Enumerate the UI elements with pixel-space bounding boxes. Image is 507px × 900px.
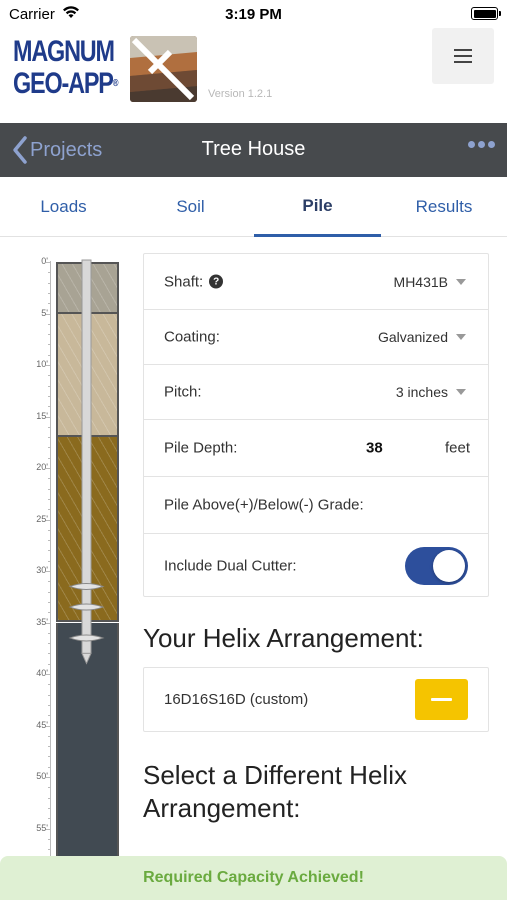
pile-shaft: [81, 259, 92, 654]
menu-button[interactable]: [432, 28, 494, 84]
depth-scale-label: 55': [36, 822, 48, 833]
coating-select[interactable]: Galvanized: [378, 329, 466, 345]
shaft-select[interactable]: MH431B: [394, 274, 466, 290]
helix-plate: [68, 582, 105, 590]
shaft-row[interactable]: Shaft:? MH431B: [144, 254, 488, 310]
ellipsis-icon: [468, 141, 475, 148]
more-options-button[interactable]: [468, 141, 495, 148]
tab-bar: Loads Soil Pile Results: [0, 177, 507, 237]
depth-tick: [46, 777, 50, 778]
pile-depth-row: Pile Depth: 38 feet: [144, 420, 488, 477]
tab-loads[interactable]: Loads: [0, 177, 127, 237]
grade-label: Pile Above(+)/Below(-) Grade:: [164, 496, 364, 514]
pile-depth-input[interactable]: 38: [366, 440, 383, 457]
caret-down-icon: [456, 278, 466, 285]
depth-tick: [46, 468, 50, 469]
depth-tick: [46, 416, 50, 418]
grade-row[interactable]: Pile Above(+)/Below(-) Grade:: [144, 477, 488, 534]
depth-scale-label: 10': [36, 359, 48, 369]
pitch-row[interactable]: Pitch: 3 inches: [144, 365, 488, 420]
shaft-label: Shaft:: [164, 273, 204, 290]
pitch-select[interactable]: 3 inches: [396, 384, 466, 400]
dual-cutter-row: Include Dual Cutter:: [144, 534, 488, 597]
depth-tick: [46, 313, 50, 315]
depth-ruler: [50, 261, 51, 856]
caret-down-icon: [456, 334, 466, 340]
caret-down-icon: [456, 389, 466, 395]
depth-tick: [46, 571, 50, 572]
depth-tick: [46, 674, 50, 675]
tab-soil[interactable]: Soil: [127, 177, 254, 237]
depth-tick: [46, 828, 50, 830]
navigation-bar: Projects Tree House: [0, 123, 507, 177]
pile-tip: [81, 652, 92, 665]
tab-pile[interactable]: Pile: [254, 177, 381, 237]
depth-tick: [46, 365, 50, 366]
remove-helix-button[interactable]: [415, 679, 468, 720]
depth-scale-label: 5': [41, 307, 48, 318]
pile-shaft-graphic: [68, 259, 105, 665]
app-header: MAGNUM GEO-APP® Version 1.2.1: [0, 28, 507, 123]
helix-plate: [68, 603, 105, 611]
capacity-status-banner: Required Capacity Achieved!: [0, 856, 507, 900]
pile-depth-unit: feet: [444, 439, 470, 457]
status-bar: Carrier 3:19 PM: [0, 0, 507, 28]
pitch-label: Pitch:: [164, 383, 202, 401]
coating-label: Coating:: [164, 328, 220, 346]
hamburger-icon: [454, 49, 472, 51]
depth-scale-label: 15': [36, 410, 48, 421]
select-helix-heading: Select a Different Helix Arrangement:: [143, 760, 407, 823]
depth-tick: [46, 725, 50, 727]
helix-plate: [68, 634, 105, 642]
helix-arrangement-box: 16D16S16D (custom): [143, 667, 489, 732]
depth-scale-label: 20': [36, 462, 48, 472]
dual-cutter-toggle[interactable]: [405, 546, 468, 585]
pile-depth-label: Pile Depth:: [164, 439, 238, 457]
coating-row[interactable]: Coating: Galvanized: [144, 310, 488, 365]
depth-tick: [46, 519, 50, 521]
tab-results[interactable]: Results: [381, 177, 507, 237]
battery-icon: [471, 7, 501, 20]
depth-scale-label: 45': [36, 719, 48, 730]
depth-scale-label: 40': [36, 668, 48, 678]
depth-scale-label: 0': [41, 256, 48, 266]
helix-arrangement-value: 16D16S16D (custom): [164, 691, 309, 708]
help-icon[interactable]: ?: [209, 274, 224, 289]
app-logo-text: MAGNUM GEO-APP®: [13, 35, 118, 100]
depth-scale-label: 35': [36, 616, 48, 627]
helix-arrangement-heading: Your Helix Arrangement:: [143, 623, 424, 653]
depth-tick: [46, 262, 50, 263]
page-title: Tree House: [201, 138, 306, 160]
depth-scale-label: 50': [36, 771, 48, 781]
app-version: Version 1.2.1: [208, 88, 273, 100]
depth-scale-label: 30': [36, 565, 48, 575]
depth-tick: [46, 622, 50, 624]
depth-scale-label: 25': [36, 513, 48, 524]
dual-cutter-label: Include Dual Cutter:: [164, 557, 297, 574]
pile-settings-form: Shaft:? MH431B Coating: Galvanized Pitch…: [143, 253, 489, 597]
app-logo-icon: [130, 36, 197, 102]
clock: 3:19 PM: [225, 6, 282, 23]
